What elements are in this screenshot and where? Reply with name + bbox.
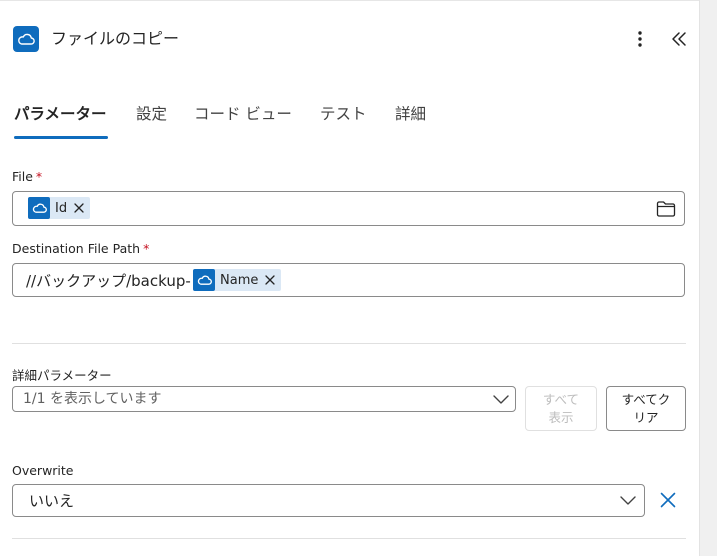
onedrive-cloud-icon xyxy=(28,197,50,219)
file-label: File * xyxy=(12,169,43,184)
show-all-button[interactable]: すべて 表示 xyxy=(525,386,597,431)
chevron-down-icon xyxy=(620,496,636,505)
chevron-down-icon xyxy=(493,395,509,404)
tab-code-view[interactable]: コード ビュー xyxy=(194,103,292,125)
active-tab-indicator xyxy=(14,136,108,139)
token-label: Name xyxy=(220,272,259,288)
clear-overwrite-close-icon[interactable] xyxy=(659,491,677,509)
token-label: Id xyxy=(55,200,68,216)
advanced-parameters-select[interactable]: 1/1 を表示しています xyxy=(12,386,516,412)
action-details-panel: ファイルのコピー パラメーター 設定 コード ビュー テスト 詳細 File* xyxy=(0,0,699,556)
required-mark: * xyxy=(143,241,150,256)
destination-label: Destination File Path * xyxy=(12,241,150,256)
section-divider xyxy=(12,343,686,344)
more-vertical-icon[interactable] xyxy=(630,28,650,50)
scrollbar-track[interactable] xyxy=(699,0,717,556)
remove-token-close-icon[interactable] xyxy=(74,203,84,213)
required-mark: * xyxy=(35,169,43,184)
overwrite-label: Overwrite xyxy=(12,463,74,478)
top-border xyxy=(0,0,699,1)
advanced-parameters-label: 詳細パラメーター xyxy=(12,368,112,383)
name-token: Name xyxy=(193,269,282,291)
path-prefix-text: //バックアップ/backup- xyxy=(26,272,191,290)
onedrive-cloud-icon xyxy=(193,269,215,291)
overwrite-value: いいえ xyxy=(29,492,75,510)
folder-icon[interactable] xyxy=(656,200,676,218)
destination-path-field[interactable]: //バックアップ/backup- Name xyxy=(12,263,685,297)
remove-token-close-icon[interactable] xyxy=(265,275,276,285)
page-title: ファイルのコピー xyxy=(51,29,180,48)
onedrive-cloud-icon xyxy=(13,26,39,52)
file-field[interactable]: Id xyxy=(12,191,685,226)
tab-parameters[interactable]: パラメーター xyxy=(14,103,107,125)
section-divider xyxy=(12,538,686,539)
advanced-select-value: 1/1 を表示しています xyxy=(23,391,162,407)
overwrite-select[interactable]: いいえ xyxy=(12,484,645,517)
file-id-token: Id xyxy=(28,197,91,219)
tab-details[interactable]: 詳細 xyxy=(395,103,426,125)
double-chevron-left-icon[interactable] xyxy=(668,28,690,50)
tab-test[interactable]: テスト xyxy=(320,103,367,125)
tab-settings[interactable]: 設定 xyxy=(136,103,167,125)
clear-all-button[interactable]: すべてク リア xyxy=(606,386,686,431)
